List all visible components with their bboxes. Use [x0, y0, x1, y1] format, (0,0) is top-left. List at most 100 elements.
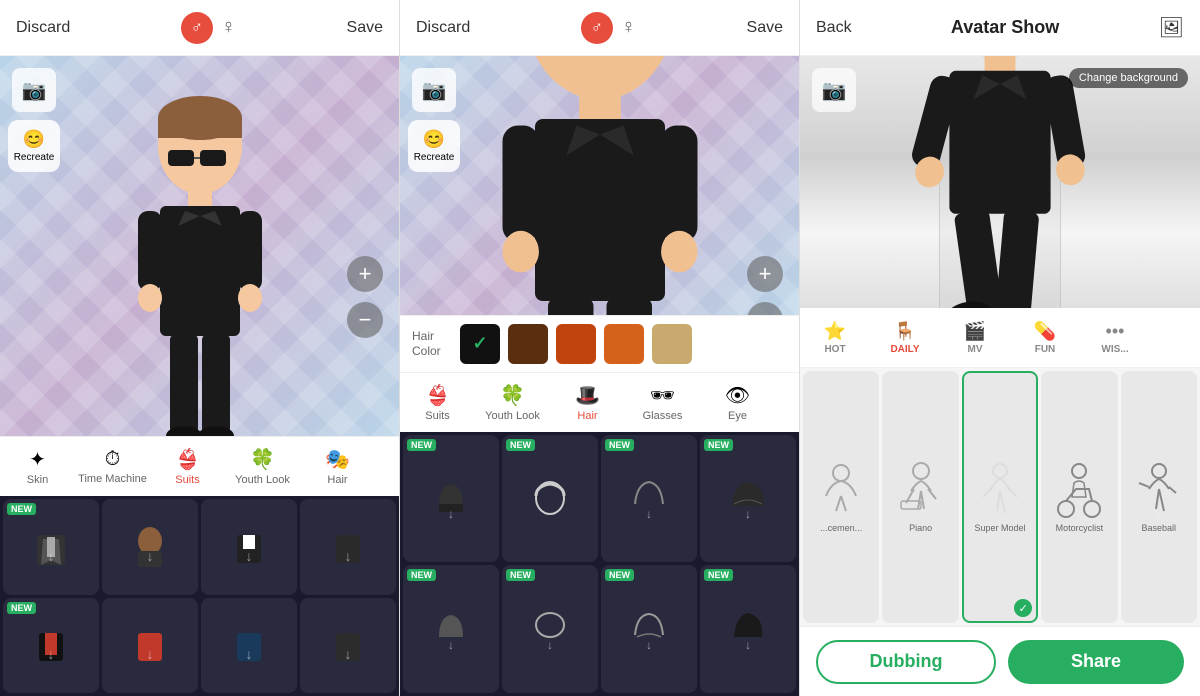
middle-item-7[interactable]: NEW ↓: [601, 565, 697, 693]
middle-item-8[interactable]: NEW ↓: [700, 565, 796, 693]
tab-skin[interactable]: ✦ Skin: [0, 437, 75, 496]
cat-wish[interactable]: ••• WIS...: [1080, 308, 1150, 367]
left-avatar-character: [100, 66, 300, 436]
middle-tab-youth-look[interactable]: 🍀 Youth Look: [475, 373, 550, 432]
cat-fun-label: FUN: [1035, 344, 1056, 355]
middle-item-5[interactable]: NEW ↓: [403, 565, 499, 693]
middle-save-button[interactable]: Save: [747, 19, 783, 37]
left-item-7[interactable]: ↓: [201, 598, 297, 694]
hair-color-orange[interactable]: [604, 324, 644, 364]
hair-color-auburn[interactable]: [556, 324, 596, 364]
middle-glasses-icon: 🕶: [650, 383, 675, 408]
svg-text:↓: ↓: [448, 507, 454, 520]
hair-icon: 🎭: [325, 447, 350, 472]
tab-youth-look-label: Youth Look: [235, 474, 290, 486]
pose-baseball[interactable]: ↓ Baseball: [1121, 371, 1197, 623]
left-recreate-button[interactable]: 😊 Recreate: [8, 120, 60, 172]
middle-zoom-in-button[interactable]: +: [747, 256, 783, 292]
left-tab-bar: ✦ Skin ⏱ Time Machine 👙 Suits 🍀 Youth Lo…: [0, 436, 399, 496]
item-suit-6-icon: ↓: [128, 623, 172, 667]
dubbing-button[interactable]: Dubbing: [816, 640, 996, 684]
item-suit-1-icon: ↓: [29, 525, 73, 569]
tab-suits[interactable]: 👙 Suits: [150, 437, 225, 496]
middle-tab-eye-label: Eye: [728, 410, 747, 422]
middle-item-4[interactable]: NEW ↓: [700, 435, 796, 563]
middle-male-icon[interactable]: ♂: [581, 12, 613, 44]
middle-gender-selector: ♂ ♀: [581, 12, 636, 44]
middle-tab-suits[interactable]: 👙 Suits: [400, 373, 475, 432]
tab-hair[interactable]: 🎭 Hair: [300, 437, 375, 496]
left-save-button[interactable]: Save: [347, 19, 383, 37]
cat-daily[interactable]: 🪑 DAILY: [870, 308, 940, 367]
hair-item-8: ↓: [726, 607, 770, 651]
pose-selected-check: ✓: [1014, 599, 1032, 617]
pose-baseball-label: Baseball: [1140, 523, 1179, 533]
left-item-3[interactable]: ↓: [201, 499, 297, 595]
tab-time-machine[interactable]: ⏱ Time Machine: [75, 437, 150, 496]
svg-text:↓: ↓: [345, 548, 352, 564]
time-machine-icon: ⏱: [105, 448, 121, 471]
middle-tab-youth-look-label: Youth Look: [485, 410, 540, 422]
middle-recreate-button[interactable]: 😊 Recreate: [408, 120, 460, 172]
cat-mv[interactable]: 🎬 MV: [940, 308, 1010, 367]
middle-new-6: NEW: [506, 569, 535, 581]
pose-placement[interactable]: ...cemen...: [803, 371, 879, 623]
left-item-2[interactable]: ↓: [102, 499, 198, 595]
tab-hair-label: Hair: [327, 474, 347, 486]
left-zoom-out-button[interactable]: −: [347, 302, 383, 338]
left-discard-button[interactable]: Discard: [16, 19, 70, 37]
skin-icon: ✦: [29, 447, 46, 472]
middle-tab-eye[interactable]: 👁 Eye: [700, 373, 775, 432]
hair-item-5: ↓: [429, 607, 473, 651]
suits-icon: 👙: [175, 447, 200, 472]
left-item-8[interactable]: ↓: [300, 598, 396, 694]
svg-text:↓: ↓: [246, 548, 253, 564]
left-item-4[interactable]: ↓: [300, 499, 396, 595]
back-button[interactable]: Back: [816, 19, 852, 37]
left-item-1[interactable]: NEW ↓: [3, 499, 99, 595]
new-badge-1: NEW: [7, 503, 36, 515]
middle-avatar-svg: [470, 56, 730, 315]
middle-female-icon[interactable]: ♀: [621, 16, 636, 39]
middle-item-3[interactable]: NEW ↓: [601, 435, 697, 563]
male-icon[interactable]: ♂: [181, 12, 213, 44]
middle-suits-icon: 👙: [425, 383, 450, 408]
middle-item-2[interactable]: NEW: [502, 435, 598, 563]
change-bg-button[interactable]: Change background: [1069, 68, 1188, 88]
middle-item-1[interactable]: NEW ↓: [403, 435, 499, 563]
pose-placement-label: ...cemen...: [818, 523, 864, 533]
right-camera-button[interactable]: 📷: [812, 68, 856, 112]
screenshot-button[interactable]: 🖼: [1159, 15, 1184, 40]
pose-piano[interactable]: Piano: [882, 371, 958, 623]
pose-motorcyclist[interactable]: ↓ Motorcyclist: [1041, 371, 1117, 623]
middle-item-6[interactable]: NEW ↓: [502, 565, 598, 693]
middle-recreate-label: Recreate: [414, 152, 455, 163]
middle-discard-button[interactable]: Discard: [416, 19, 470, 37]
middle-items-grid: NEW ↓ NEW NEW ↓ NEW: [400, 432, 799, 696]
left-item-5[interactable]: NEW ↓: [3, 598, 99, 694]
hair-color-blonde[interactable]: [652, 324, 692, 364]
middle-header: Discard ♂ ♀ Save: [400, 0, 799, 56]
middle-panel: Discard ♂ ♀ Save 📷 😊 Recreate: [400, 0, 800, 696]
svg-text:↓: ↓: [48, 548, 55, 564]
item-suit-3-icon: ↓: [227, 525, 271, 569]
cat-fun[interactable]: 💊 FUN: [1010, 308, 1080, 367]
pose-super-model[interactable]: ✓ Super Model: [962, 371, 1038, 623]
hair-color-black[interactable]: [460, 324, 500, 364]
middle-camera-button[interactable]: 📷: [412, 68, 456, 112]
left-camera-button[interactable]: 📷: [12, 68, 56, 112]
female-icon[interactable]: ♀: [221, 16, 236, 39]
svg-text:↓: ↓: [745, 507, 751, 520]
svg-text:↓: ↓: [246, 646, 253, 662]
cat-mv-label: MV: [968, 344, 983, 355]
left-zoom-in-button[interactable]: +: [347, 256, 383, 292]
share-button[interactable]: Share: [1008, 640, 1184, 684]
cat-hot[interactable]: ⭐ HOT: [800, 308, 870, 367]
hair-color-label: HairColor: [412, 329, 452, 358]
middle-tab-hair[interactable]: 🎩 Hair: [550, 373, 625, 432]
left-item-6[interactable]: ↓: [102, 598, 198, 694]
wish-icon: •••: [1106, 321, 1125, 342]
hair-color-brown[interactable]: [508, 324, 548, 364]
tab-youth-look[interactable]: 🍀 Youth Look: [225, 437, 300, 496]
middle-tab-glasses[interactable]: 🕶 Glasses: [625, 373, 700, 432]
